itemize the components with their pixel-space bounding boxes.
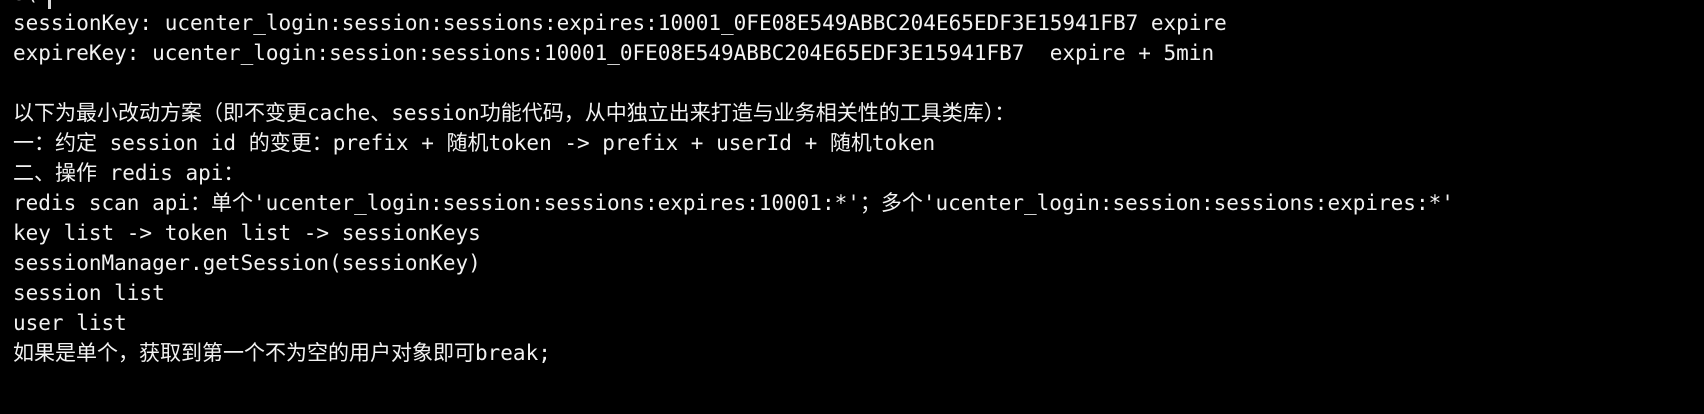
terminal-line-step-one: 一：约定 session id 的变更：prefix + 随机token -> …: [13, 131, 936, 155]
terminal-line-single-break: 如果是单个，获取到第一个不为空的用户对象即可break;: [13, 341, 551, 365]
terminal-line-user-list: user list: [13, 311, 127, 335]
terminal-line-redis-scan: redis scan api：单个'ucenter_login:session:…: [13, 191, 1454, 215]
terminal-line-expire-key: expireKey: ucenter_login:session:session…: [13, 41, 1215, 65]
terminal-line-plan-intro: 以下为最小改动方案（即不变更cache、session功能代码，从中独立出来打造…: [13, 101, 1016, 125]
terminal-line-step-two: 二、操作 redis api：: [13, 161, 245, 185]
terminal-output: sessionKey: ucenter_login:session:sessio…: [13, 8, 1704, 368]
partial-previous-line: S(: [13, 0, 38, 8]
terminal-line-key-flow: key list -> token list -> sessionKeys: [13, 221, 481, 245]
terminal-line-session-key: sessionKey: ucenter_login:session:sessio…: [13, 11, 1227, 35]
terminal-line-get-session: sessionManager.getSession(sessionKey): [13, 251, 481, 275]
terminal-window[interactable]: S( sessionKey: ucenter_login:session:ses…: [0, 0, 1704, 414]
terminal-line-session-list: session list: [13, 281, 165, 305]
